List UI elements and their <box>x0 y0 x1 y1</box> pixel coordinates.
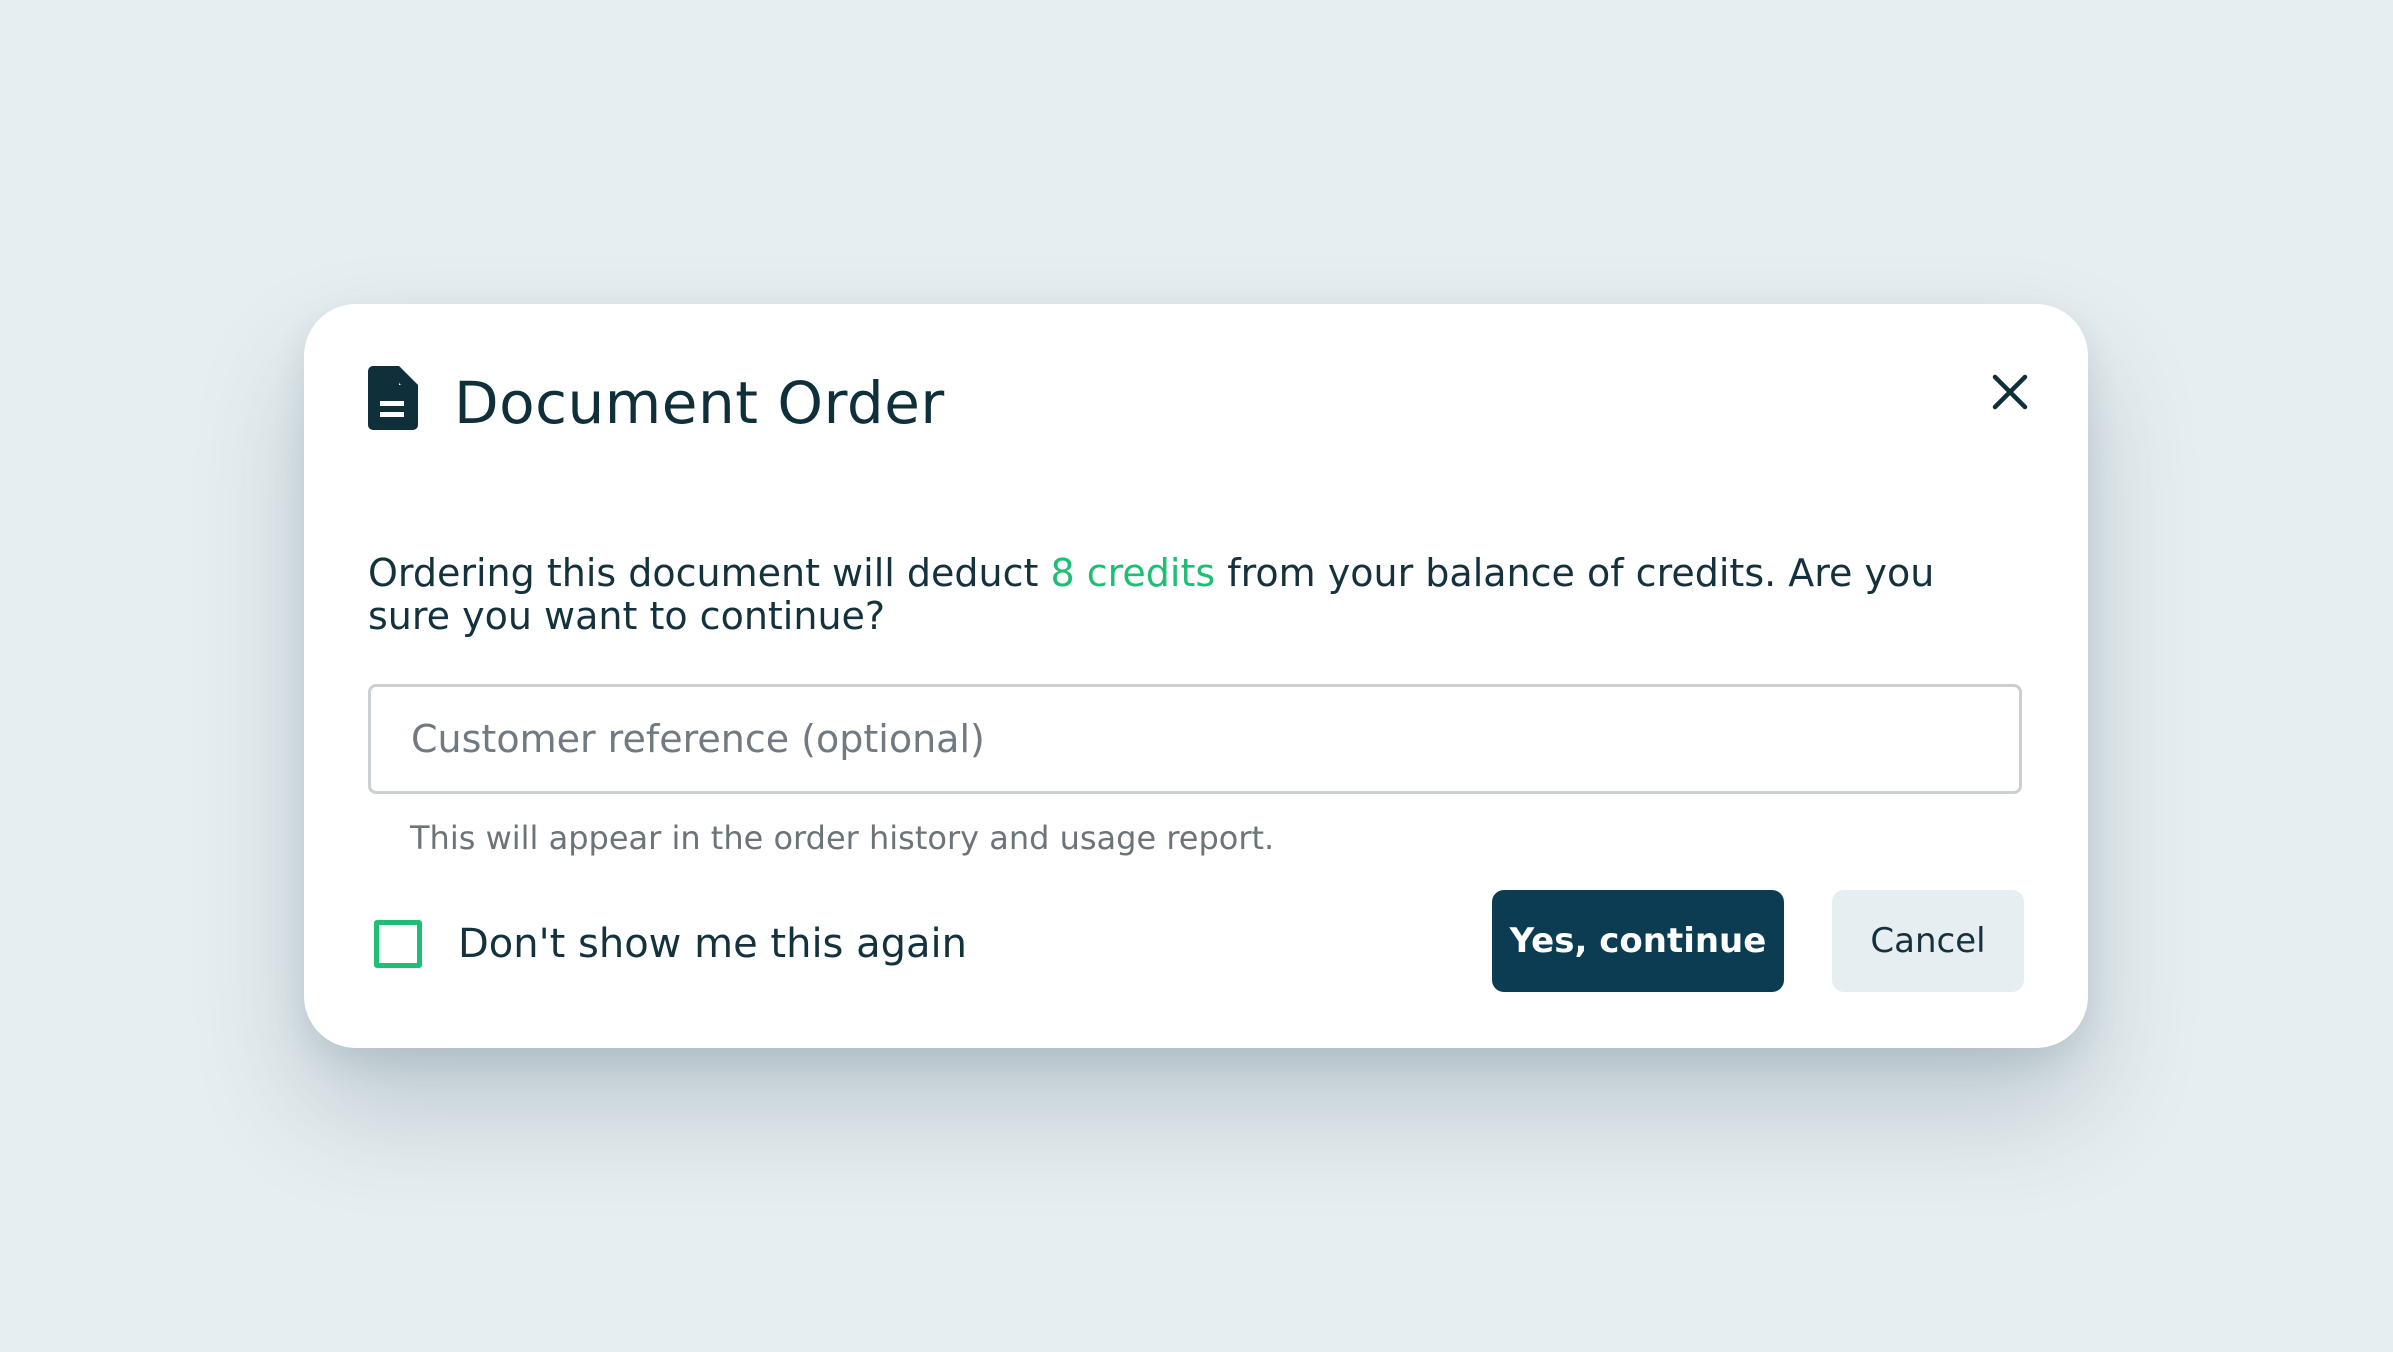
close-button[interactable] <box>1986 368 2034 416</box>
cancel-button[interactable]: Cancel <box>1832 890 2024 992</box>
document-icon <box>368 366 418 430</box>
dialog-title: Document Order <box>454 369 945 437</box>
modal-backdrop: Document Order Ordering this document wi… <box>0 0 2393 1352</box>
credits-amount: 8 credits <box>1050 551 1216 595</box>
dont-show-again-checkbox[interactable] <box>374 920 422 968</box>
confirmation-message: Ordering this document will deduct 8 cre… <box>368 552 2008 638</box>
customer-reference-input[interactable] <box>368 684 2022 794</box>
message-text-start: Ordering this document will deduct <box>368 551 1051 595</box>
reference-hint: This will appear in the order history an… <box>410 819 1275 857</box>
document-order-dialog: Document Order Ordering this document wi… <box>304 304 2088 1048</box>
close-icon <box>1992 374 2028 410</box>
dont-show-again-label: Don't show me this again <box>458 921 967 967</box>
dont-show-again-option[interactable]: Don't show me this again <box>374 914 967 974</box>
confirm-button[interactable]: Yes, continue <box>1492 890 1784 992</box>
